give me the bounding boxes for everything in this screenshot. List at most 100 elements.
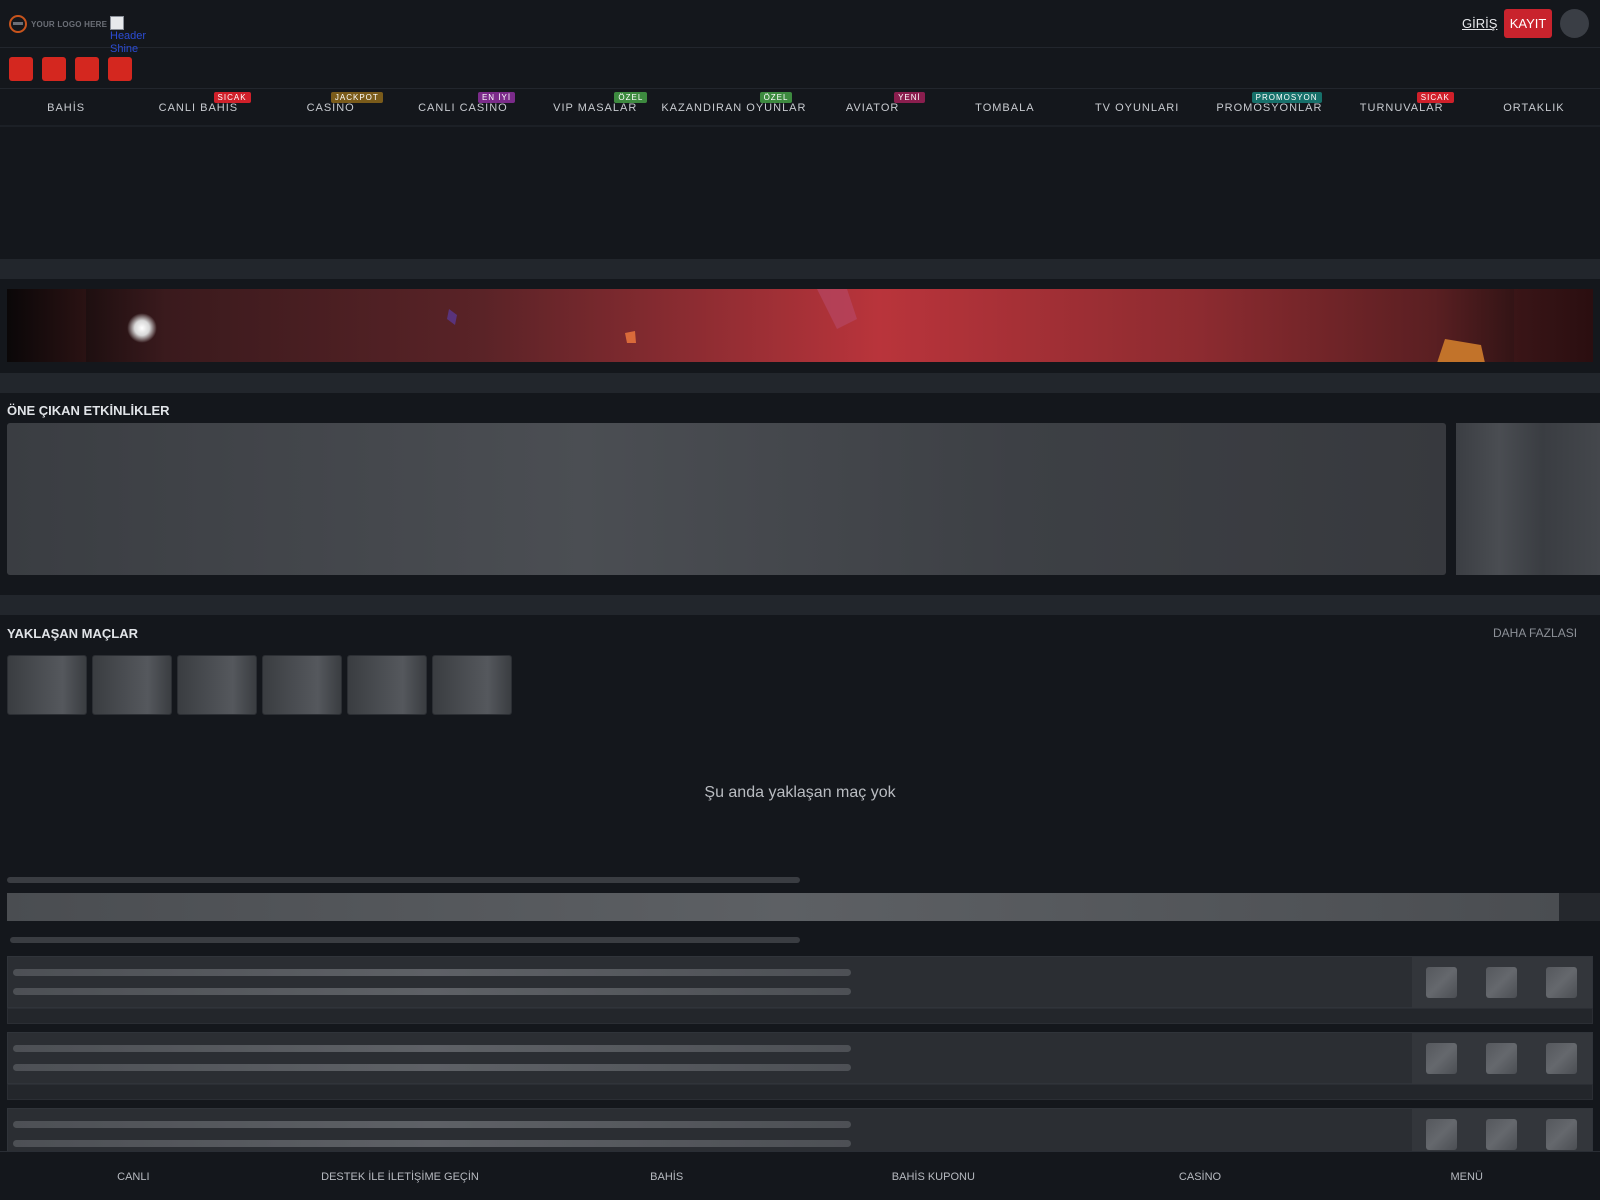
nav-item-label: KAZANDIRAN OYUNLAR (661, 102, 807, 114)
sport-chip[interactable] (92, 655, 172, 715)
bottom-nav-item-4[interactable]: CASİNO (1067, 1152, 1334, 1200)
nav-badge: JACKPOT (330, 92, 383, 103)
skeleton-event-row[interactable] (7, 956, 1593, 1009)
bottom-nav-item-2[interactable]: BAHİS (533, 1152, 800, 1200)
nav-badge: ÖZEL (614, 92, 648, 103)
banner-light-orb (127, 313, 157, 343)
nav-badge: PROMOSYON (1251, 92, 1322, 103)
nav-item-0[interactable]: BAHİS (0, 89, 132, 125)
broken-image-icon (110, 16, 124, 30)
sport-chip[interactable] (347, 655, 427, 715)
banner-edge-right (1514, 289, 1593, 362)
upcoming-matches-title: YAKLAŞAN MAÇLAR (7, 626, 138, 641)
odd-button[interactable] (1426, 967, 1457, 998)
skeleton-row-footer (7, 1084, 1593, 1100)
social-button-1[interactable] (9, 57, 33, 81)
site-logo[interactable]: YOUR LOGO HERE (9, 15, 107, 33)
nav-badge: ÖZEL (759, 92, 793, 103)
featured-events-title: ÖNE ÇIKAN ETKİNLİKLER (7, 403, 170, 418)
nav-item-label: TOMBALA (975, 102, 1035, 114)
skeleton-line (13, 1064, 851, 1071)
nav-item-label: BAHİS (47, 102, 86, 114)
nav-item-label: TURNUVALAR (1359, 102, 1444, 114)
nav-badge: EN İYİ (477, 92, 516, 103)
social-buttons (9, 57, 132, 81)
odd-button[interactable] (1486, 1043, 1517, 1074)
nav-item-label: PROMOSYONLAR (1216, 102, 1323, 114)
nav-item-label: VIP MASALAR (553, 102, 638, 114)
social-button-2[interactable] (42, 57, 66, 81)
nav-item-label: AVIATOR (845, 102, 900, 114)
section-divider (0, 259, 1600, 279)
bottom-nav-item-1[interactable]: DESTEK İLE İLETİŞİME GEÇİN (267, 1152, 534, 1200)
header-shine-broken-image: Header Shine (110, 16, 150, 56)
logo-icon (9, 15, 27, 33)
skeleton-line (13, 969, 851, 976)
avatar[interactable] (1560, 9, 1589, 38)
nav-item-label: CANLI BAHİS (158, 102, 239, 114)
social-button-3[interactable] (75, 57, 99, 81)
skeleton-line (13, 988, 851, 995)
skeleton-line (7, 877, 800, 883)
nav-item-label: CANLI CASİNO (418, 102, 508, 114)
sport-filter-chips (7, 655, 512, 715)
odds-group (1412, 957, 1592, 1009)
featured-event-card[interactable] (1456, 423, 1600, 575)
skeleton-line (10, 937, 800, 943)
nav-item-1[interactable]: CANLI BAHİS SICAK (132, 89, 264, 125)
nav-badge: SICAK (1416, 92, 1454, 103)
odd-button[interactable] (1426, 1043, 1457, 1074)
nav-item-label: ORTAKLIK (1503, 102, 1565, 114)
sport-chip[interactable] (432, 655, 512, 715)
nav-item-8[interactable]: TV OYUNLARI (1071, 89, 1203, 125)
featured-event-card[interactable] (7, 423, 1446, 575)
register-button[interactable]: KAYIT (1504, 9, 1552, 38)
section-divider (0, 595, 1600, 615)
empty-state-message: Şu anda yaklaşan maç yok (704, 784, 896, 801)
nav-item-label: TV OYUNLARI (1094, 102, 1180, 114)
odd-button[interactable] (1546, 1119, 1577, 1150)
banner-edge-left (7, 289, 86, 362)
nav-item-2[interactable]: CASİNO JACKPOT (265, 89, 397, 125)
skeleton-line (13, 1121, 851, 1128)
nav-item-9[interactable]: PROMOSYONLAR PROMOSYON (1203, 89, 1335, 125)
nav-item-10[interactable]: TURNUVALAR SICAK (1336, 89, 1468, 125)
bottom-nav-item-0[interactable]: CANLI (0, 1152, 267, 1200)
login-link[interactable]: GİRİŞ (1462, 16, 1497, 31)
odd-button[interactable] (1546, 1043, 1577, 1074)
sport-chip[interactable] (7, 655, 87, 715)
sport-chip[interactable] (177, 655, 257, 715)
more-link[interactable]: DAHA FAZLASI (1493, 626, 1577, 640)
bottom-nav-item-5[interactable]: MENÜ (1333, 1152, 1600, 1200)
odd-button[interactable] (1546, 967, 1577, 998)
odd-button[interactable] (1486, 967, 1517, 998)
nav-item-5[interactable]: KAZANDIRAN OYUNLAR ÖZEL (661, 89, 806, 125)
nav-badge: SICAK (213, 92, 251, 103)
nav-item-3[interactable]: CANLI CASİNO EN İYİ (397, 89, 529, 125)
promo-banner[interactable] (7, 289, 1593, 362)
nav-item-6[interactable]: AVIATOR YENİ (806, 89, 938, 125)
skeleton-row-footer (7, 1008, 1593, 1024)
nav-item-label: CASİNO (306, 102, 355, 114)
social-button-4[interactable] (108, 57, 132, 81)
skeleton-event-row[interactable] (7, 1032, 1593, 1085)
skeleton-header-tail (1559, 893, 1600, 921)
section-divider (0, 373, 1600, 393)
main-nav: BAHİS CANLI BAHİS SICAK CASİNO JACKPOT CANLI … (0, 89, 1600, 127)
odd-button[interactable] (1426, 1119, 1457, 1150)
odd-button[interactable] (1486, 1119, 1517, 1150)
broken-image-alt: Header Shine (110, 30, 147, 55)
top-header: YOUR LOGO HERE Header Shine GİRİŞ KAYIT (0, 0, 1600, 55)
nav-item-7[interactable]: TOMBALA (939, 89, 1071, 125)
nav-item-11[interactable]: ORTAKLIK (1468, 89, 1600, 125)
confetti-shape (817, 289, 857, 329)
confetti-shape (447, 309, 457, 325)
skeleton-header-bar (7, 893, 1559, 921)
confetti-shape (625, 331, 636, 343)
bottom-nav: CANLI DESTEK İLE İLETİŞİME GEÇİN BAHİS BAHİ… (0, 1151, 1600, 1200)
sport-chip[interactable] (262, 655, 342, 715)
nav-item-4[interactable]: VIP MASALAR ÖZEL (529, 89, 661, 125)
logo-text: YOUR LOGO HERE (31, 19, 108, 29)
bottom-nav-item-3[interactable]: BAHİS KUPONU (800, 1152, 1067, 1200)
skeleton-line (13, 1140, 851, 1147)
